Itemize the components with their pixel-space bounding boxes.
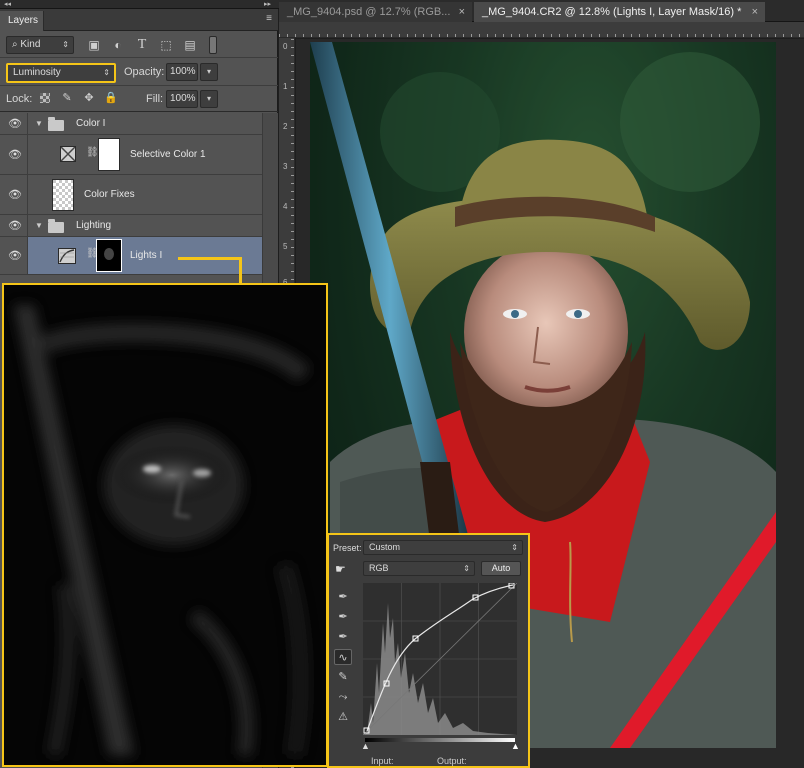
curve-graph[interactable] <box>363 583 517 735</box>
close-icon[interactable]: × <box>459 2 465 22</box>
tab-label: _MG_9404.psd @ 12.7% (RGB... <box>287 6 451 18</box>
layer-group-lighting[interactable]: 👁 ▼ Lighting <box>0 215 262 237</box>
type-filter-icon[interactable]: T <box>134 37 150 53</box>
lock-transparent-pixels-icon[interactable] <box>40 93 50 103</box>
layer-mask-thumbnail[interactable] <box>98 138 120 171</box>
curve-edit-icon[interactable]: ∿ <box>334 649 352 665</box>
layer-name: Selective Color 1 <box>130 149 206 160</box>
updown-arrows-icon: ⇕ <box>463 564 470 573</box>
black-point-slider-icon[interactable]: ▲ <box>361 741 370 751</box>
ruler-mark: 5 <box>283 242 288 251</box>
updown-arrows-icon: ⇕ <box>62 40 69 49</box>
ruler-mark: 2 <box>283 122 288 131</box>
auto-button[interactable]: Auto <box>481 561 521 576</box>
filter-toggle[interactable] <box>209 36 217 54</box>
kind-filter-select[interactable]: ⌕ Kind ⇕ <box>6 36 74 54</box>
layers-tab-bar: Layers ≡ <box>0 9 278 31</box>
preset-value: Custom <box>369 542 401 552</box>
layer-name: Color Fixes <box>84 189 135 200</box>
collapse-arrows-icon[interactable]: ◂◂ <box>4 0 11 8</box>
document-tab-cr2-active[interactable]: _MG_9404.CR2 @ 12.8% (Lights I, Layer Ma… <box>474 2 765 22</box>
lock-label: Lock: <box>6 93 33 105</box>
layer-lights-i-selected[interactable]: 👁 ⛓ Lights I <box>0 237 262 275</box>
layer-name: Color I <box>76 118 106 129</box>
visibility-eye-icon[interactable]: 👁 <box>8 188 22 201</box>
white-point-slider-icon[interactable]: ▲ <box>511 741 520 751</box>
preset-label: Preset: <box>333 543 362 553</box>
curves-properties-panel: Preset: Custom ⇕ ☛ RGB ⇕ Auto ✒ ✒ ✒ ∿ ✎ … <box>327 533 530 768</box>
opacity-label: Opacity: <box>124 66 165 78</box>
updown-arrows-icon: ⇕ <box>103 68 110 77</box>
visibility-eye-icon[interactable]: 👁 <box>8 249 22 262</box>
output-label: Output: <box>437 756 467 766</box>
tab-label: _MG_9404.CR2 @ 12.8% (Lights I, Layer Ma… <box>482 6 742 18</box>
canvas-bottom-edge <box>530 748 804 768</box>
close-icon[interactable]: × <box>752 2 758 22</box>
targeted-adjustment-hand-icon[interactable]: ☛ <box>335 562 346 576</box>
blend-row: Luminosity ⇕ Opacity: 100% ▾ <box>0 58 278 86</box>
fill-field[interactable]: 100% <box>166 90 198 108</box>
input-gradient-bar <box>365 738 515 742</box>
layer-filter-row: ⌕ Kind ⇕ ▣ ◐ T ⬚ ▤ <box>0 32 278 58</box>
search-icon: ⌕ <box>12 39 18 50</box>
layer-mask-preview <box>2 283 328 767</box>
fill-dropdown-icon[interactable]: ▾ <box>200 90 218 108</box>
fill-label: Fill: <box>146 93 164 105</box>
visibility-eye-icon[interactable]: 👁 <box>8 219 22 232</box>
visibility-eye-icon[interactable]: 👁 <box>8 148 22 161</box>
group-expanded-triangle-icon[interactable]: ▼ <box>35 221 43 230</box>
curve-histogram <box>363 583 517 735</box>
opacity-field[interactable]: 100% <box>166 63 198 81</box>
adjustment-thumbnail-icon <box>60 146 76 162</box>
horizontal-ruler[interactable] <box>279 22 804 38</box>
link-chain-icon[interactable]: ⛓ <box>86 147 99 158</box>
layer-mask-thumbnail-selected[interactable] <box>96 239 122 272</box>
document-tab-bar: _MG_9404.psd @ 12.7% (RGB... × _MG_9404.… <box>279 0 804 22</box>
expand-arrows-icon[interactable]: ▸▸ <box>264 0 271 8</box>
lock-all-icon[interactable]: 🔒 <box>104 91 118 105</box>
layer-selective-color[interactable]: 👁 ⛓ Selective Color 1 <box>0 135 262 175</box>
preset-select[interactable]: Custom ⇕ <box>363 540 523 555</box>
updown-arrows-icon: ⇕ <box>511 543 518 552</box>
visibility-eye-icon[interactable]: 👁 <box>8 117 22 130</box>
ruler-mark: 4 <box>283 202 288 211</box>
pixel-filter-icon[interactable]: ▣ <box>86 37 102 53</box>
smooth-curve-icon[interactable]: ⤳ <box>334 689 352 705</box>
curves-adjustment-icon <box>58 248 76 264</box>
adjustment-filter-icon[interactable]: ◐ <box>110 37 126 53</box>
transparent-layer-thumbnail[interactable] <box>52 179 74 211</box>
opacity-dropdown-icon[interactable]: ▾ <box>200 63 218 81</box>
clipping-warning-icon[interactable]: ⚠ <box>334 709 352 725</box>
callout-line <box>178 257 242 260</box>
input-label: Input: <box>371 756 394 766</box>
pencil-draw-icon[interactable]: ✎ <box>334 669 352 685</box>
smart-object-filter-icon[interactable]: ▤ <box>182 37 198 53</box>
white-point-eyedropper-icon[interactable]: ✒ <box>334 629 352 645</box>
document-tab-psd[interactable]: _MG_9404.psd @ 12.7% (RGB... × <box>279 2 472 22</box>
lock-row: Lock: ✎ ✥ 🔒 Fill: 100% ▾ <box>0 86 278 112</box>
channel-value: RGB <box>369 563 389 573</box>
black-point-eyedropper-icon[interactable]: ✒ <box>334 589 352 605</box>
layer-group-color-i[interactable]: 👁 ▼ Color I <box>0 113 262 135</box>
blend-mode-value: Luminosity <box>13 67 61 78</box>
ruler-mark: 3 <box>283 162 288 171</box>
gray-point-eyedropper-icon[interactable]: ✒ <box>334 609 352 625</box>
blend-mode-select[interactable]: Luminosity ⇕ <box>6 63 116 83</box>
layer-color-fixes[interactable]: 👁 Color Fixes <box>0 175 262 215</box>
group-expanded-triangle-icon[interactable]: ▼ <box>35 119 43 128</box>
folder-icon <box>48 219 64 233</box>
shape-filter-icon[interactable]: ⬚ <box>158 37 174 53</box>
layers-tab[interactable]: Layers <box>0 11 44 31</box>
ruler-mark: 1 <box>283 82 288 91</box>
lock-position-icon[interactable]: ✥ <box>82 91 96 105</box>
channel-select[interactable]: RGB ⇕ <box>363 561 475 576</box>
panel-menu-icon[interactable]: ≡ <box>266 13 272 24</box>
layer-name: Lights I <box>130 250 163 261</box>
ruler-mark: 0 <box>283 42 288 51</box>
mask-preview-image <box>4 285 326 765</box>
folder-icon <box>48 117 64 131</box>
lock-image-pixels-icon[interactable]: ✎ <box>60 91 74 105</box>
kind-label: Kind <box>20 39 41 50</box>
layer-name: Lighting <box>76 220 112 231</box>
